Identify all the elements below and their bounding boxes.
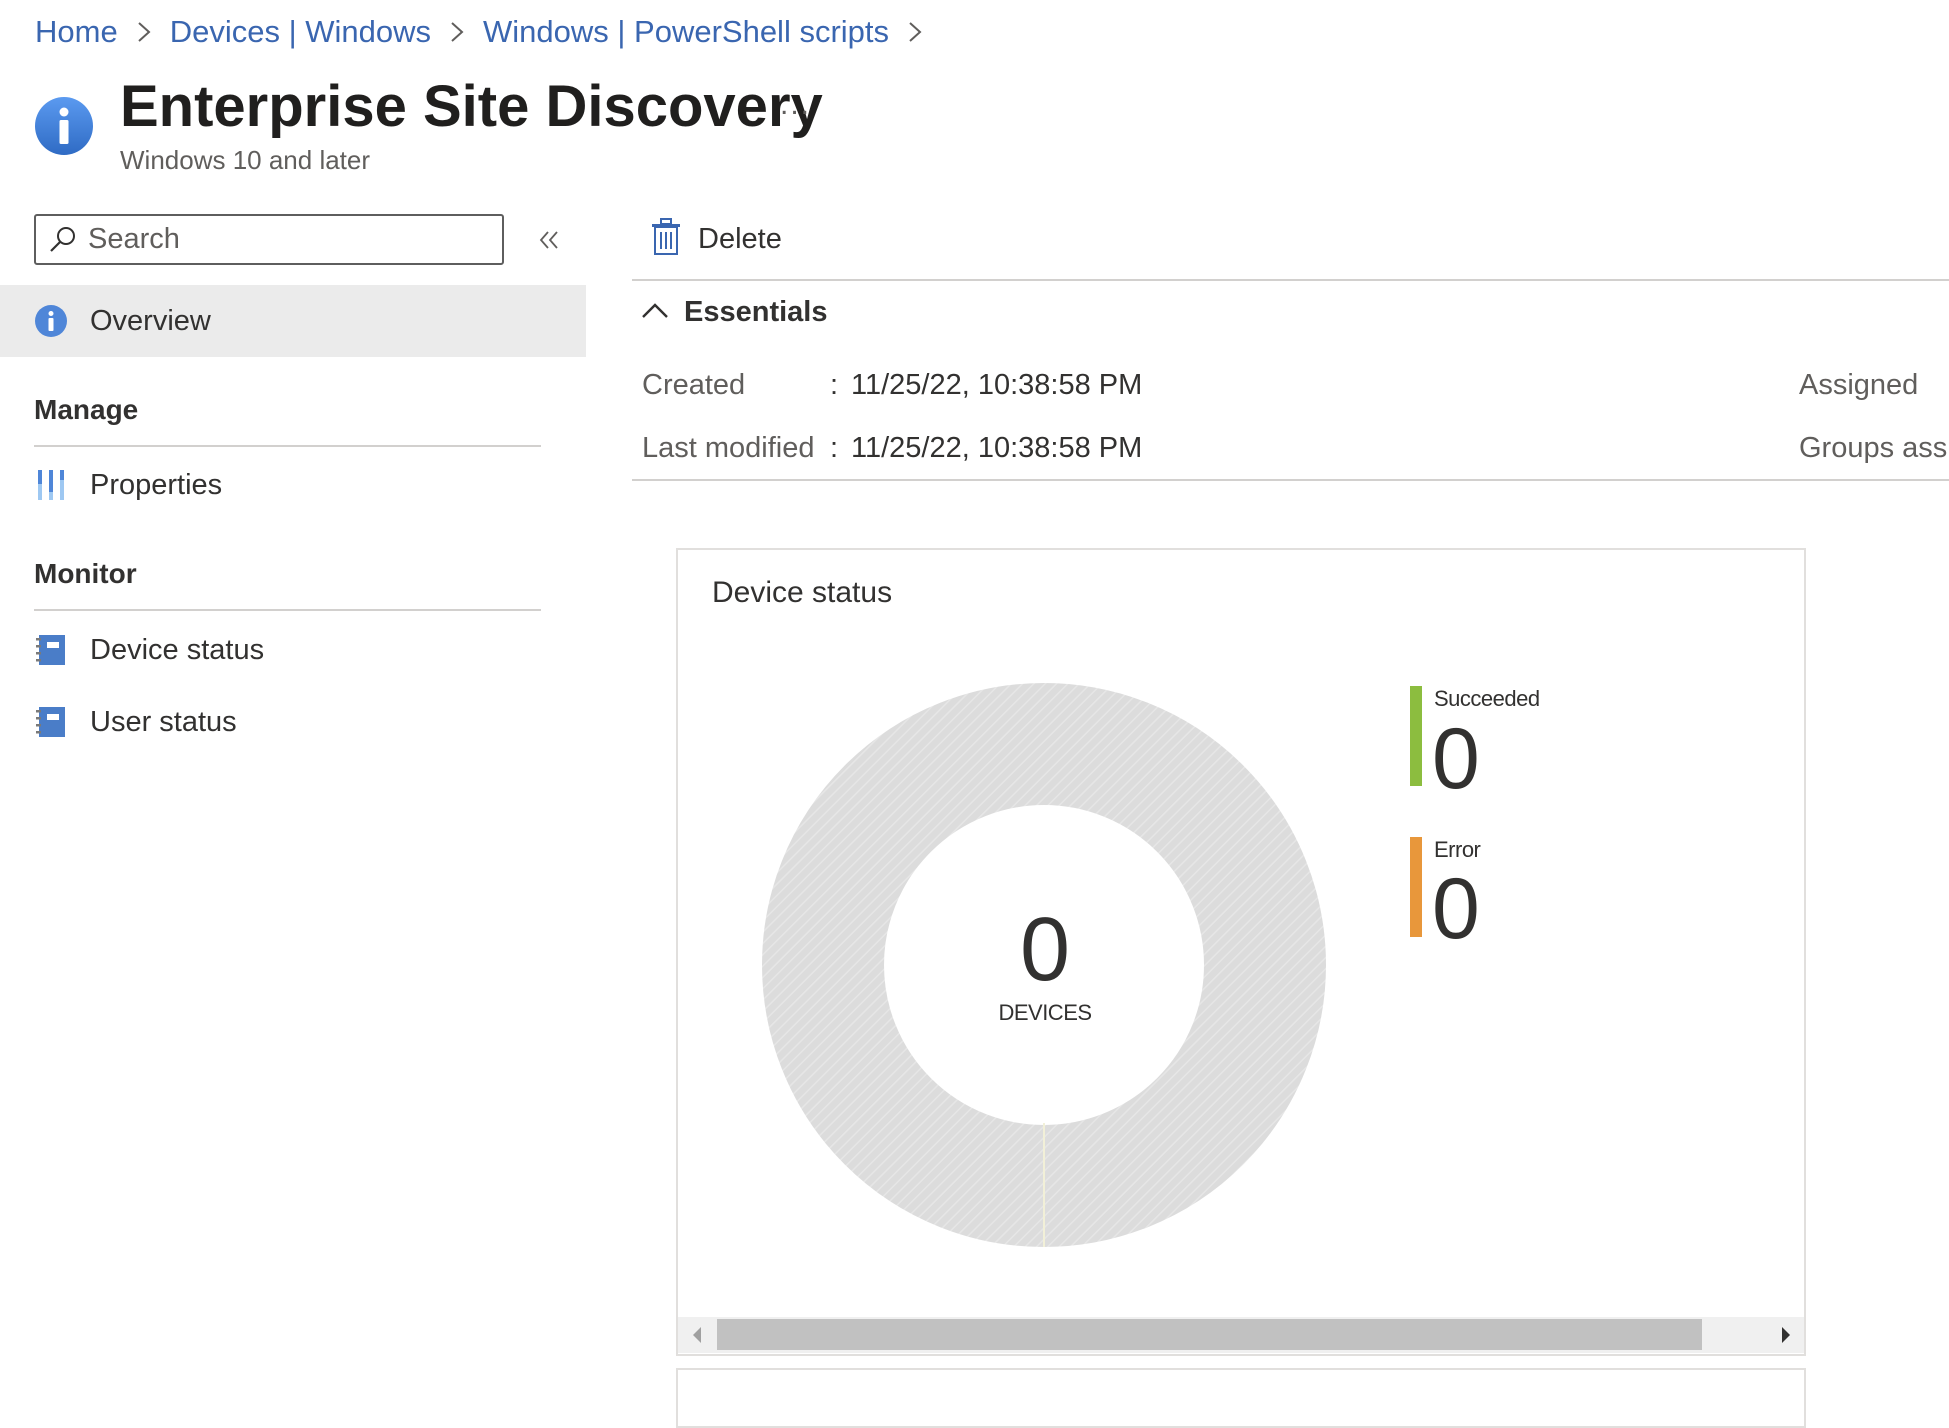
- breadcrumb-devices-windows[interactable]: Devices | Windows: [170, 14, 431, 50]
- divider: [632, 279, 1949, 281]
- separator: :: [830, 369, 839, 401]
- more-options-button[interactable]: ...: [780, 88, 811, 122]
- divider: [632, 479, 1949, 481]
- error-count: 0: [1432, 861, 1480, 957]
- succeeded-count: 0: [1432, 711, 1480, 807]
- total-devices-count: 0: [1019, 900, 1071, 1000]
- search-icon: [48, 225, 78, 255]
- created-label: Created: [642, 369, 746, 401]
- properties-icon: [34, 468, 68, 502]
- error-color-bar: [1410, 837, 1422, 937]
- next-card: [676, 1368, 1806, 1428]
- groups-assigned-label: Groups assi: [1799, 432, 1949, 464]
- chevron-up-icon: [640, 299, 670, 326]
- assigned-label: Assigned: [1799, 369, 1919, 401]
- nav-item-label: Properties: [90, 468, 223, 501]
- divider: [34, 609, 541, 611]
- scroll-right-arrow-icon[interactable]: [1774, 1322, 1798, 1348]
- device-status-title: Device status: [712, 576, 893, 609]
- succeeded-color-bar: [1410, 686, 1422, 786]
- double-chevron-left-icon: [530, 231, 570, 264]
- notebook-icon: [34, 705, 68, 739]
- delete-label: Delete: [698, 223, 782, 255]
- chevron-right-icon: [118, 10, 170, 54]
- breadcrumb-powershell-scripts[interactable]: Windows | PowerShell scripts: [483, 14, 889, 50]
- nav-section-monitor: Monitor: [34, 558, 137, 589]
- succeeded-label: Succeeded: [1434, 686, 1540, 711]
- page-title: Enterprise Site Discovery: [120, 74, 823, 139]
- created-value: 11/25/22, 10:38:58 PM: [851, 369, 1143, 401]
- nav-section-manage: Manage: [34, 394, 139, 425]
- breadcrumb: Home Devices | Windows Windows | PowerSh…: [35, 10, 941, 54]
- last-modified-value: 11/25/22, 10:38:58 PM: [851, 432, 1143, 464]
- notebook-icon: [34, 633, 68, 667]
- nav-item-properties[interactable]: Properties: [0, 449, 586, 521]
- essentials-title: Essentials: [684, 296, 828, 328]
- trash-icon: [650, 218, 682, 261]
- error-label: Error: [1434, 837, 1481, 862]
- scroll-left-arrow-icon[interactable]: [686, 1322, 710, 1348]
- last-modified-label: Last modified: [642, 432, 815, 464]
- delete-button[interactable]: Delete: [650, 218, 782, 261]
- nav-item-user-status[interactable]: User status: [0, 686, 586, 758]
- nav-item-device-status[interactable]: Device status: [0, 614, 586, 686]
- chevron-right-icon: [889, 10, 941, 54]
- page-subtitle: Windows 10 and later: [120, 145, 371, 175]
- divider: [34, 445, 541, 447]
- info-icon: [34, 304, 68, 338]
- scrollbar-thumb[interactable]: [717, 1319, 1702, 1350]
- separator: :: [830, 432, 839, 464]
- total-devices-label: DEVICES: [998, 1000, 1092, 1025]
- essentials-toggle[interactable]: Essentials: [640, 296, 827, 329]
- collapse-nav-button[interactable]: [530, 220, 570, 260]
- nav-item-label: Overview: [90, 304, 211, 337]
- nav-item-label: User status: [90, 705, 237, 738]
- search-input[interactable]: [86, 222, 490, 257]
- search-box[interactable]: [34, 214, 504, 265]
- breadcrumb-home[interactable]: Home: [35, 14, 118, 50]
- info-icon: [34, 96, 94, 156]
- chevron-right-icon: [431, 10, 483, 54]
- nav-item-label: Device status: [90, 633, 265, 666]
- nav-item-overview[interactable]: Overview: [0, 285, 586, 357]
